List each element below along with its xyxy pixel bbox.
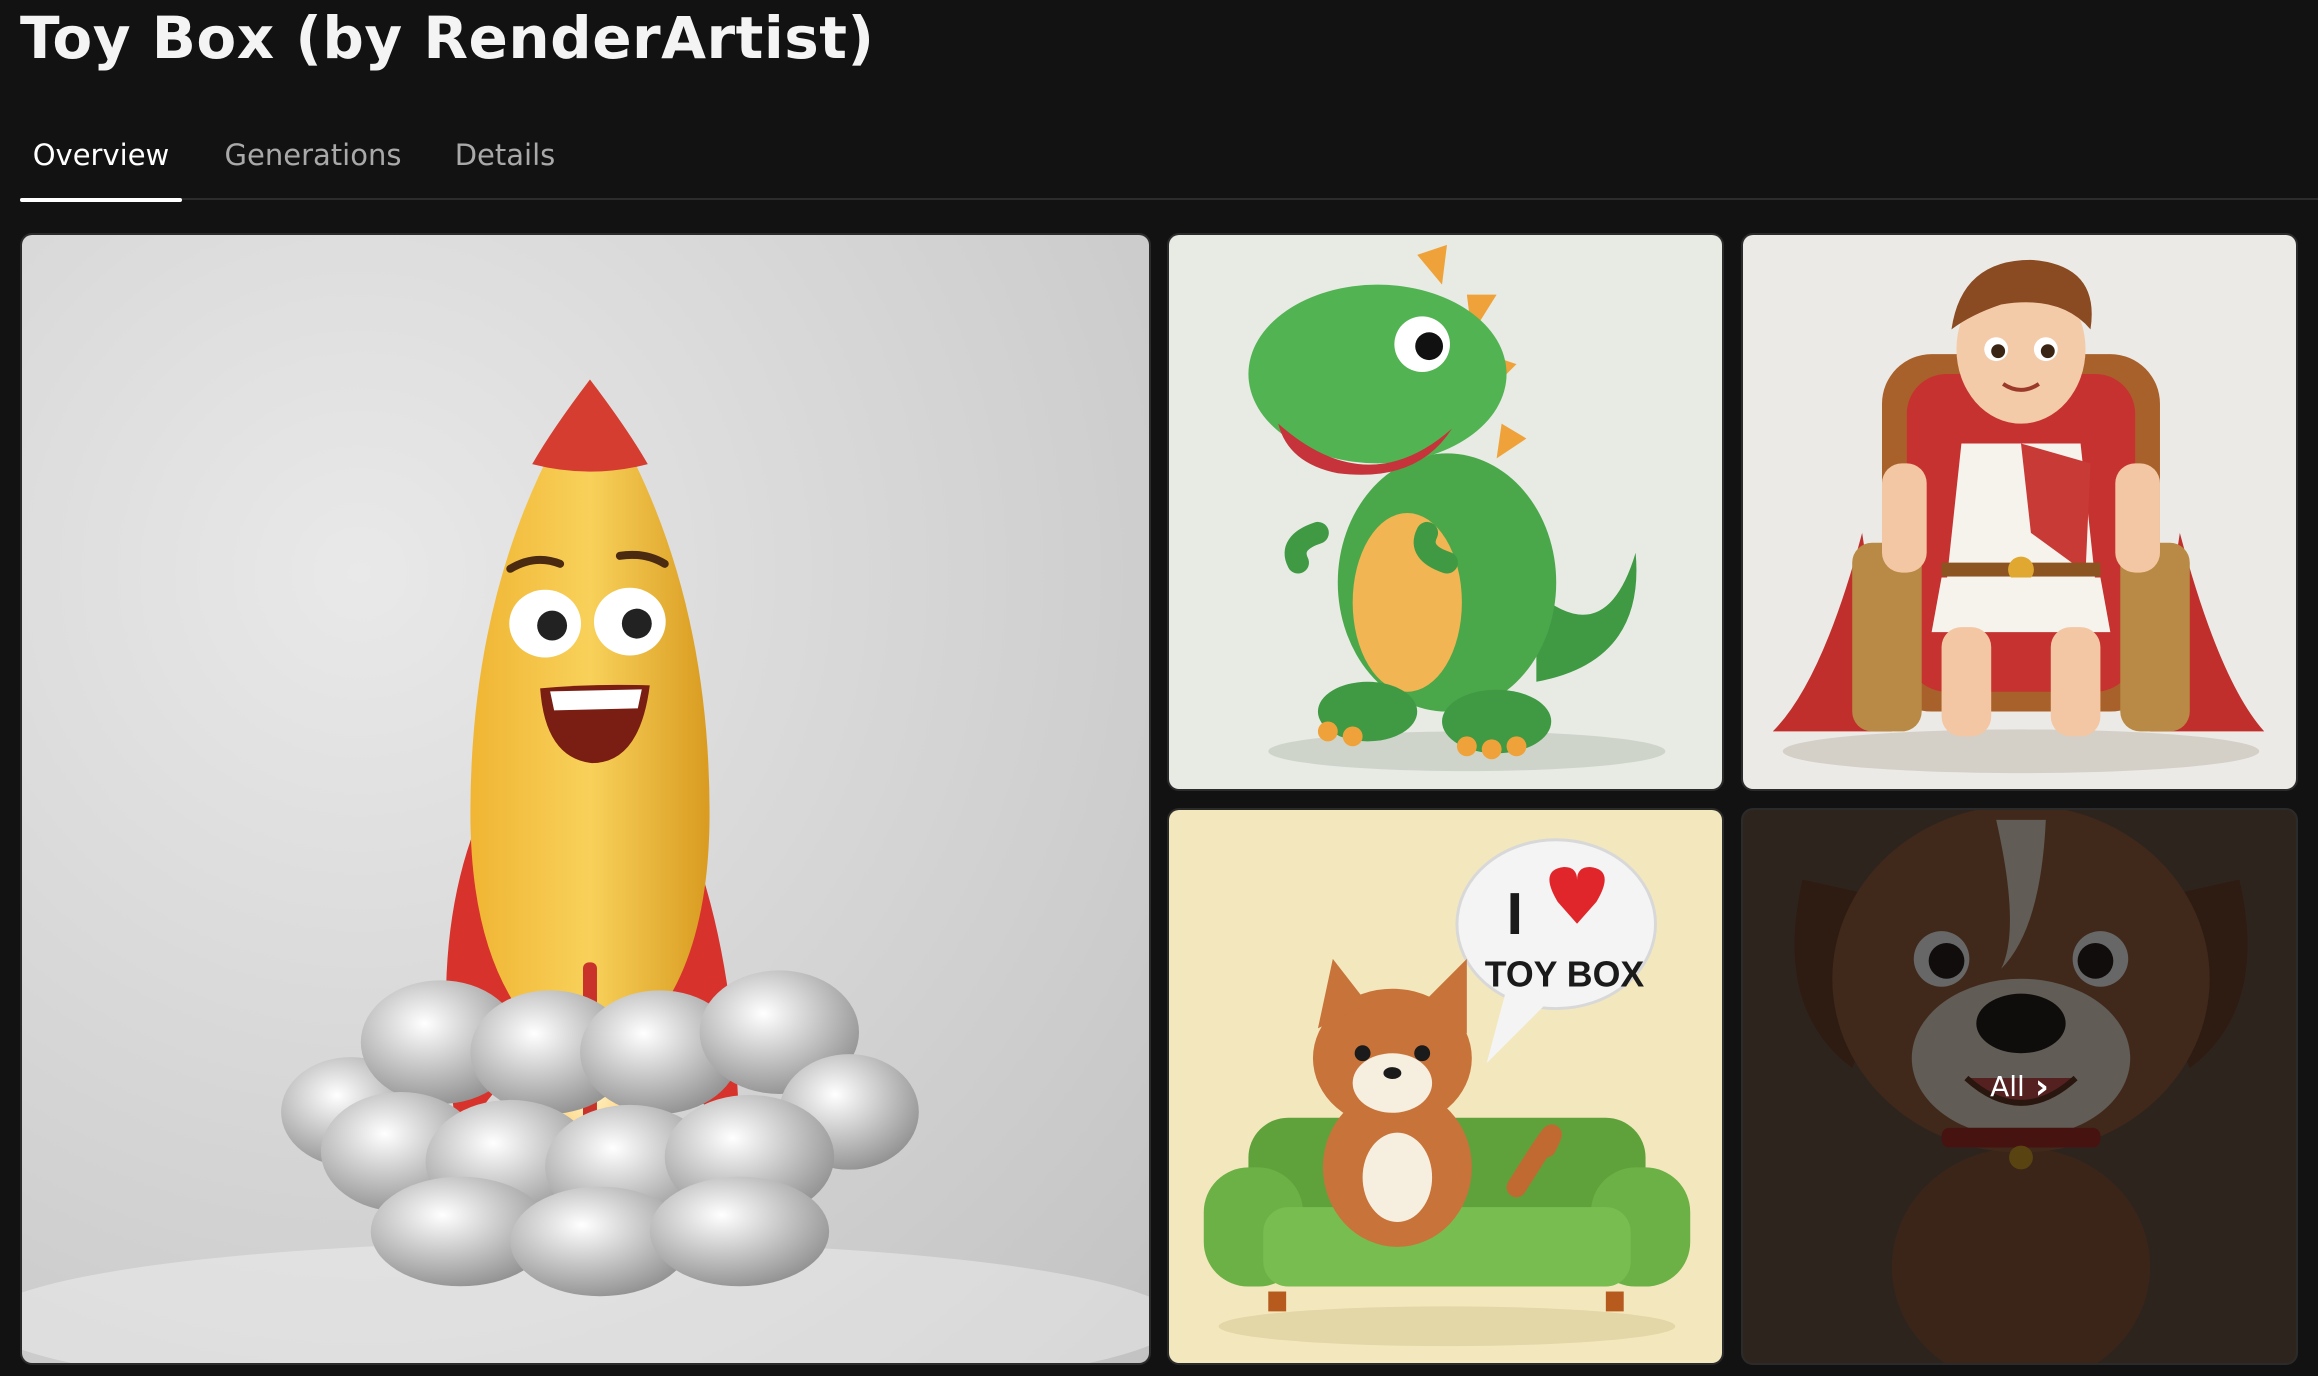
bubble-text-toy-box: TOY BOX [1485, 955, 1645, 995]
rocket-toy-image [22, 235, 1149, 1363]
tab-details[interactable]: Details [446, 138, 564, 200]
boy-on-throne-toy-image [1743, 235, 2296, 789]
gallery-image-dinosaur[interactable] [1167, 233, 1724, 791]
bubble-text-i: I [1507, 880, 1524, 947]
page-title: Toy Box (by RenderArtist) [20, 4, 875, 72]
gallery-image-boy-throne[interactable] [1741, 233, 2298, 791]
tab-overview[interactable]: Overview [20, 138, 182, 202]
all-button-label: All [1990, 1070, 2025, 1103]
tab-bar: Overview Generations Details [20, 128, 2318, 202]
cat-on-sofa-toy-image: I TOY BOX [1169, 810, 1722, 1363]
gallery-image-cat-sofa[interactable]: I TOY BOX [1167, 808, 1724, 1365]
dinosaur-toy-image [1169, 235, 1722, 789]
tab-generations[interactable]: Generations [220, 138, 406, 200]
all-images-button[interactable]: All › [1990, 1070, 2049, 1104]
gallery-image-dog[interactable]: All › [1741, 808, 2298, 1365]
chevron-right-icon: › [2034, 1066, 2049, 1107]
more-images-overlay: All › [1743, 810, 2296, 1363]
gallery-image-rocket[interactable] [20, 233, 1151, 1365]
